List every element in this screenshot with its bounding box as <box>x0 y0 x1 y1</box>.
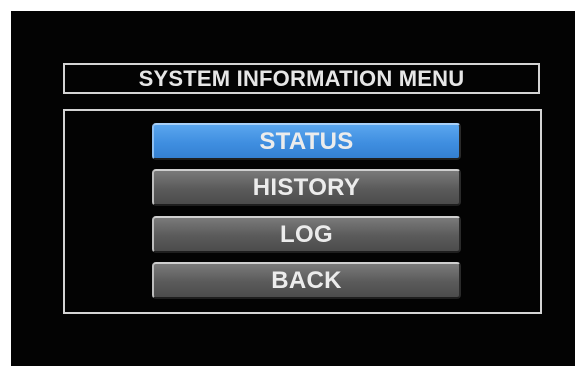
menu-title-box: SYSTEM INFORMATION MENU <box>63 63 540 94</box>
menu-title: SYSTEM INFORMATION MENU <box>138 65 465 91</box>
back-button-label: BACK <box>271 266 342 294</box>
log-button-label: LOG <box>280 220 333 248</box>
status-button[interactable]: STATUS <box>152 123 461 160</box>
log-button[interactable]: LOG <box>152 216 461 253</box>
history-button[interactable]: HISTORY <box>152 169 461 206</box>
history-button-label: HISTORY <box>252 173 361 201</box>
back-button[interactable]: BACK <box>152 262 461 299</box>
status-button-label: STATUS <box>259 127 354 155</box>
